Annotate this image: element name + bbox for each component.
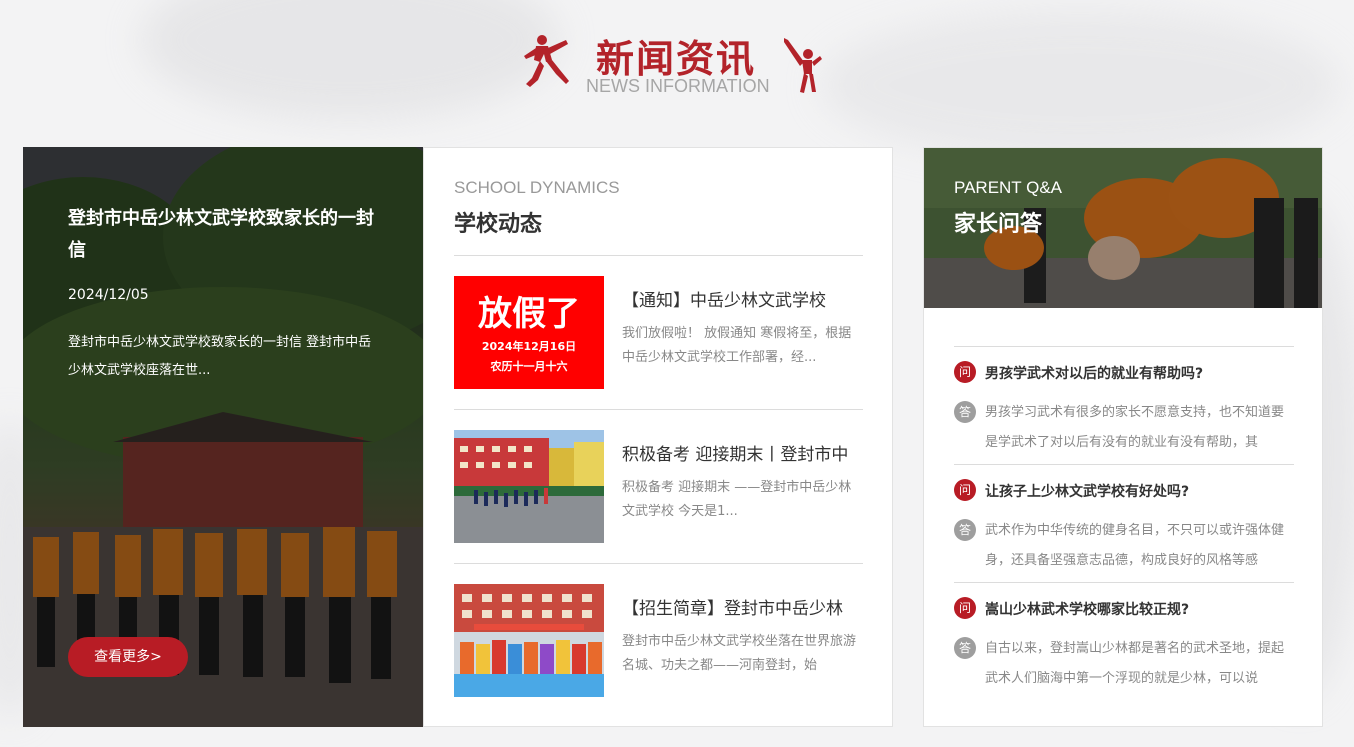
- qa-question[interactable]: 问 让孩子上少林文武学校有好处吗?: [954, 478, 1299, 502]
- view-more-button[interactable]: 查看更多>: [68, 637, 188, 677]
- section-title: 新闻资讯: [596, 36, 757, 81]
- question-badge: 问: [954, 361, 976, 383]
- parent-qa-panel: PARENT Q&A 家长问答 问 男孩学武术对以后的就业有帮助吗? 答 男孩学…: [923, 147, 1323, 727]
- panel-title: 家长问答: [954, 212, 1043, 237]
- news-thumbnail: [454, 430, 604, 543]
- news-list-item[interactable]: 积极备考 迎接期末丨登封市中 积极备考 迎接期末 ——登封市中岳少林文武学校 今…: [454, 430, 863, 543]
- news-title[interactable]: 【招生简章】登封市中岳少林: [622, 594, 867, 619]
- answer-text: 武术作为中华传统的健身名目，不只可以或许强体健身，还具备坚强意志品德，构成良好的…: [985, 523, 1285, 568]
- panel-title-en: SCHOOL DYNAMICS: [454, 178, 620, 197]
- qa-answer: 答 武术作为中华传统的健身名目，不只可以或许强体健身，还具备坚强意志品德，构成良…: [954, 518, 1299, 574]
- news-title[interactable]: 【通知】中岳少林文武学校: [622, 286, 867, 311]
- news-list-item[interactable]: 【招生简章】登封市中岳少林 登封市中岳少林文武学校坐落在世界旅游名城、功夫之都—…: [454, 584, 863, 697]
- news-summary: 积极备考 迎接期末 ——登封市中岳少林文武学校 今天是1...: [622, 480, 852, 519]
- panel-title: 学校动态: [454, 212, 543, 237]
- divider: [954, 582, 1294, 583]
- qa-answer: 答 男孩学习武术有很多的家长不愿意支持，也不知道要是学武术了对以后有没有的就业有…: [954, 400, 1299, 456]
- featured-news-card[interactable]: 登封市中岳少林文武学校致家长的一封信 2024/12/05 登封市中岳少林文武学…: [23, 147, 423, 727]
- panel-title-en: PARENT Q&A: [954, 178, 1063, 197]
- question-badge: 问: [954, 479, 976, 501]
- answer-badge: 答: [954, 519, 976, 541]
- section-header: 新闻资讯 NEWS INFORMATION: [0, 24, 1354, 104]
- news-summary: 我们放假啦！ 放假通知 寒假将至，根据中岳少林文武学校工作部署，经...: [622, 326, 852, 365]
- question-text[interactable]: 让孩子上少林文武学校有好处吗?: [985, 481, 1189, 501]
- kungfu-kick-icon: [524, 35, 569, 87]
- section-subtitle: NEWS INFORMATION: [586, 76, 770, 96]
- answer-badge: 答: [954, 637, 976, 659]
- divider: [954, 346, 1294, 347]
- news-summary: 登封市中岳少林文武学校坐落在世界旅游名城、功夫之都——河南登封，始: [622, 634, 857, 673]
- news-thumbnail: 放假了 2024年12月16日 农历十一月十六: [454, 276, 604, 389]
- qa-question[interactable]: 问 嵩山少林武术学校哪家比较正规?: [954, 596, 1299, 620]
- thumbnail-lunar-date: 农历十一月十六: [490, 360, 568, 373]
- divider: [954, 464, 1294, 465]
- featured-news-date: 2024/12/05: [68, 287, 149, 303]
- featured-news-title[interactable]: 登封市中岳少林文武学校致家长的一封信: [68, 203, 388, 267]
- answer-badge: 答: [954, 401, 976, 423]
- divider: [454, 409, 863, 410]
- news-list-item[interactable]: 放假了 2024年12月16日 农历十一月十六 【通知】中岳少林文武学校 我们放…: [454, 276, 863, 389]
- news-thumbnail: [454, 584, 604, 697]
- qa-question[interactable]: 问 男孩学武术对以后的就业有帮助吗?: [954, 360, 1299, 384]
- thumbnail-headline: 放假了: [478, 294, 580, 334]
- featured-news-summary: 登封市中岳少林文武学校致家长的一封信 登封市中岳少林文武学校座落在世...: [68, 335, 372, 378]
- answer-text: 男孩学习武术有很多的家长不愿意支持，也不知道要是学武术了对以后有没有的就业有没有…: [985, 405, 1285, 450]
- thumbnail-date: 2024年12月16日: [481, 340, 577, 353]
- answer-text: 自古以来，登封嵩山少林都是著名的武术圣地，提起武术人们脑海中第一个浮现的就是少林…: [985, 641, 1285, 686]
- question-badge: 问: [954, 597, 976, 619]
- news-title[interactable]: 积极备考 迎接期末丨登封市中: [622, 440, 867, 465]
- divider: [454, 563, 863, 564]
- question-text[interactable]: 嵩山少林武术学校哪家比较正规?: [985, 599, 1189, 619]
- qa-answer: 答 自古以来，登封嵩山少林都是著名的武术圣地，提起武术人们脑海中第一个浮现的就是…: [954, 636, 1299, 692]
- divider: [454, 255, 863, 256]
- kungfu-high-kick-icon: [784, 38, 822, 93]
- qa-banner-photo: PARENT Q&A 家长问答: [924, 148, 1322, 308]
- school-dynamics-panel: SCHOOL DYNAMICS 学校动态 放假了 2024年12月16日 农历十…: [423, 147, 893, 727]
- question-text[interactable]: 男孩学武术对以后的就业有帮助吗?: [985, 363, 1203, 383]
